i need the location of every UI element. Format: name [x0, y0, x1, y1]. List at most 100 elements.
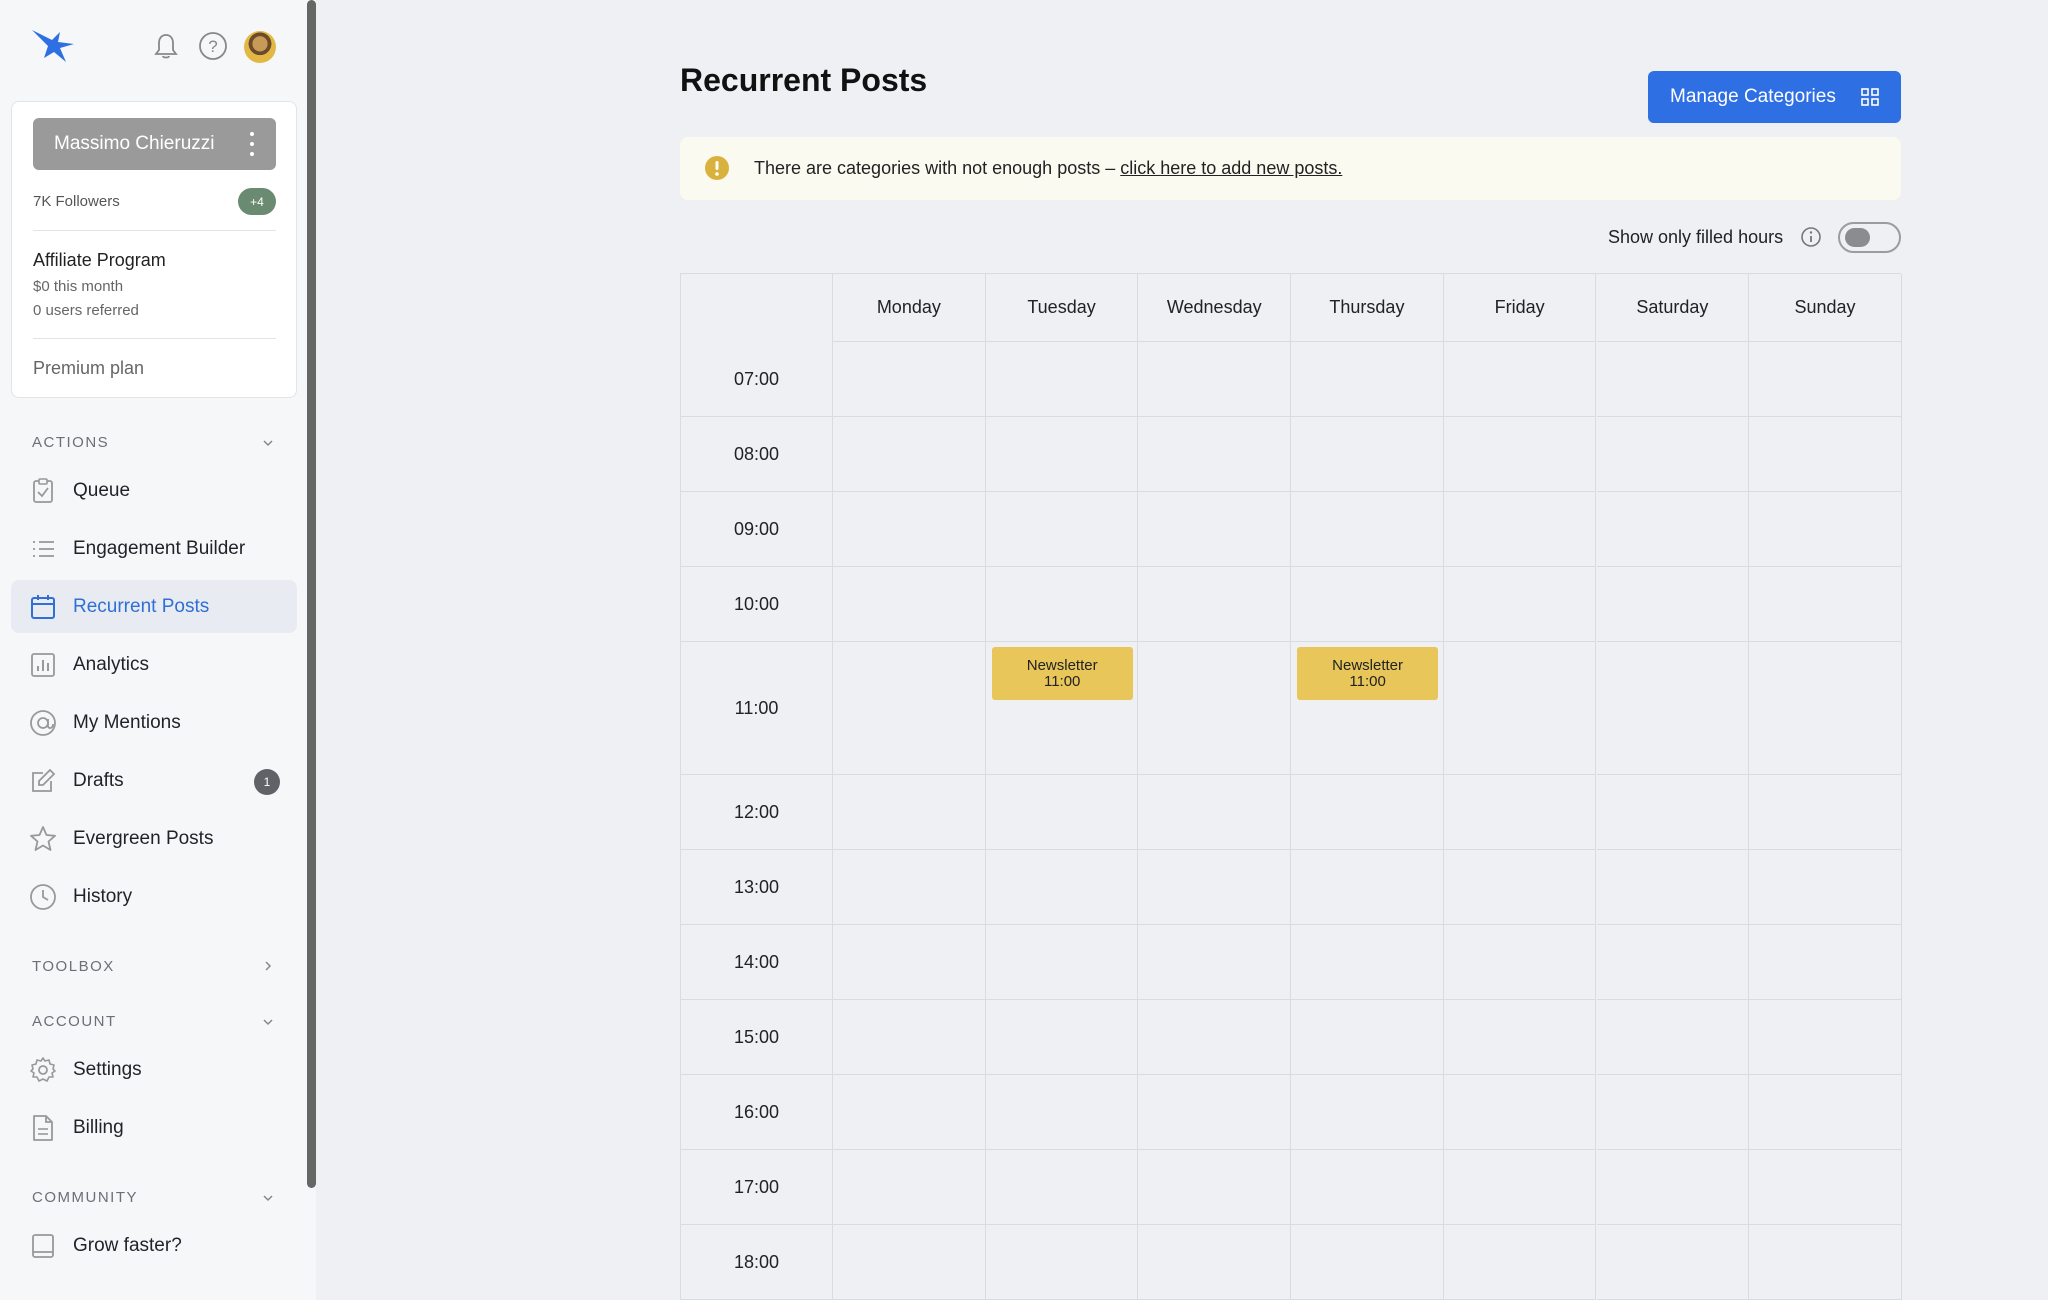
calendar-slot[interactable] [1596, 1000, 1750, 1075]
calendar-slot[interactable] [1291, 417, 1444, 492]
calendar-slot[interactable] [1596, 1075, 1750, 1150]
account-switcher-button[interactable]: Massimo Chieruzzi [33, 118, 276, 170]
calendar-slot[interactable] [1749, 1000, 1902, 1075]
calendar-slot[interactable] [1749, 850, 1902, 925]
calendar-slot[interactable] [1291, 775, 1444, 850]
calendar-slot[interactable] [1138, 417, 1292, 492]
calendar-slot[interactable] [833, 1075, 986, 1150]
section-toolbox[interactable]: TOOLBOX [32, 958, 115, 975]
calendar-slot[interactable] [1291, 567, 1444, 642]
calendar-slot[interactable] [833, 1000, 986, 1075]
calendar-slot[interactable] [985, 342, 1139, 417]
calendar-slot[interactable] [1443, 775, 1597, 850]
calendar-slot[interactable] [1138, 925, 1292, 1000]
section-community[interactable]: COMMUNITY [32, 1189, 138, 1206]
calendar-slot[interactable] [1443, 567, 1597, 642]
more-options-icon[interactable] [250, 132, 256, 156]
avatar[interactable] [244, 31, 276, 63]
calendar-slot[interactable] [1138, 492, 1292, 567]
calendar-slot[interactable] [1443, 1000, 1597, 1075]
sidebar-item-grow-faster[interactable]: Grow faster? [11, 1219, 297, 1272]
calendar-slot[interactable] [833, 342, 986, 417]
calendar-slot[interactable] [1443, 1225, 1597, 1300]
sidebar-item-queue[interactable]: Queue [11, 464, 297, 517]
calendar-slot[interactable] [1596, 775, 1750, 850]
calendar-slot[interactable] [985, 1150, 1139, 1225]
calendar-slot[interactable] [1138, 1000, 1292, 1075]
sidebar-item-engagement-builder[interactable]: Engagement Builder [11, 522, 297, 575]
calendar-slot[interactable] [1138, 1225, 1292, 1300]
calendar-slot[interactable] [1443, 492, 1597, 567]
calendar-slot[interactable] [1596, 642, 1750, 775]
calendar-slot[interactable] [985, 925, 1139, 1000]
sidebar-item-settings[interactable]: Settings [11, 1043, 297, 1096]
calendar-slot[interactable] [1291, 492, 1444, 567]
logo-icon[interactable] [30, 26, 76, 66]
help-icon[interactable]: ? [197, 30, 229, 62]
calendar-slot[interactable] [1138, 850, 1292, 925]
calendar-slot[interactable] [1443, 925, 1597, 1000]
calendar-slot[interactable] [1443, 1150, 1597, 1225]
affiliate-program-link[interactable]: Affiliate Program [33, 250, 166, 271]
calendar-slot[interactable] [833, 567, 986, 642]
add-new-posts-link[interactable]: click here to add new posts. [1120, 158, 1342, 178]
calendar-slot[interactable] [1138, 1150, 1292, 1225]
calendar-slot[interactable] [1749, 1075, 1902, 1150]
calendar-slot[interactable] [1749, 1150, 1902, 1225]
calendar-slot[interactable] [985, 417, 1139, 492]
chevron-right-icon[interactable] [262, 960, 274, 972]
calendar-slot[interactable] [1749, 567, 1902, 642]
calendar-slot[interactable] [1138, 342, 1292, 417]
calendar-slot[interactable] [985, 492, 1139, 567]
section-account[interactable]: ACCOUNT [32, 1013, 117, 1030]
calendar-slot[interactable] [1138, 1075, 1292, 1150]
calendar-slot[interactable] [1596, 1150, 1750, 1225]
sidebar-item-my-mentions[interactable]: My Mentions [11, 696, 297, 749]
chevron-down-icon[interactable] [262, 1016, 274, 1028]
sidebar-item-drafts[interactable]: Drafts 1 [11, 754, 297, 807]
recurrent-post-event[interactable]: Newsletter 11:00 [1297, 647, 1439, 700]
calendar-slot[interactable] [833, 417, 986, 492]
calendar-slot[interactable] [985, 850, 1139, 925]
manage-categories-button[interactable]: Manage Categories [1648, 71, 1901, 123]
calendar-slot[interactable] [1443, 342, 1597, 417]
calendar-slot[interactable] [1291, 1150, 1444, 1225]
plan-label[interactable]: Premium plan [33, 358, 144, 379]
sidebar-scrollbar[interactable] [307, 0, 316, 1188]
calendar-slot[interactable] [1138, 567, 1292, 642]
calendar-slot[interactable] [1291, 1075, 1444, 1150]
calendar-slot[interactable] [1291, 1225, 1444, 1300]
calendar-slot[interactable] [1291, 850, 1444, 925]
chevron-down-icon[interactable] [262, 1192, 274, 1204]
bell-icon[interactable] [150, 30, 182, 62]
calendar-slot[interactable] [1443, 1075, 1597, 1150]
section-actions[interactable]: ACTIONS [32, 434, 109, 451]
calendar-slot[interactable] [985, 1075, 1139, 1150]
calendar-slot[interactable] [1749, 642, 1902, 775]
calendar-slot[interactable] [833, 925, 986, 1000]
calendar-slot[interactable] [833, 642, 986, 775]
calendar-slot[interactable] [985, 775, 1139, 850]
sidebar-item-evergreen-posts[interactable]: Evergreen Posts [11, 812, 297, 865]
calendar-slot[interactable] [985, 1000, 1139, 1075]
calendar-slot[interactable] [833, 850, 986, 925]
calendar-slot[interactable] [1596, 567, 1750, 642]
filled-hours-toggle[interactable] [1838, 222, 1901, 253]
calendar-slot[interactable] [1443, 417, 1597, 492]
calendar-slot[interactable] [1138, 775, 1292, 850]
sidebar-item-history[interactable]: History [11, 870, 297, 923]
sidebar-item-recurrent-posts[interactable]: Recurrent Posts [11, 580, 297, 633]
calendar-slot[interactable] [833, 775, 986, 850]
calendar-slot[interactable] [1443, 642, 1597, 775]
calendar-slot[interactable] [1596, 342, 1750, 417]
calendar-slot[interactable] [833, 1150, 986, 1225]
calendar-slot[interactable] [1443, 850, 1597, 925]
calendar-slot[interactable] [1138, 642, 1292, 775]
calendar-slot[interactable] [1291, 1000, 1444, 1075]
calendar-slot[interactable] [1749, 1225, 1902, 1300]
calendar-slot[interactable] [1596, 417, 1750, 492]
calendar-slot[interactable] [985, 567, 1139, 642]
chevron-down-icon[interactable] [262, 437, 274, 449]
calendar-slot[interactable] [1291, 925, 1444, 1000]
calendar-slot[interactable] [1596, 925, 1750, 1000]
